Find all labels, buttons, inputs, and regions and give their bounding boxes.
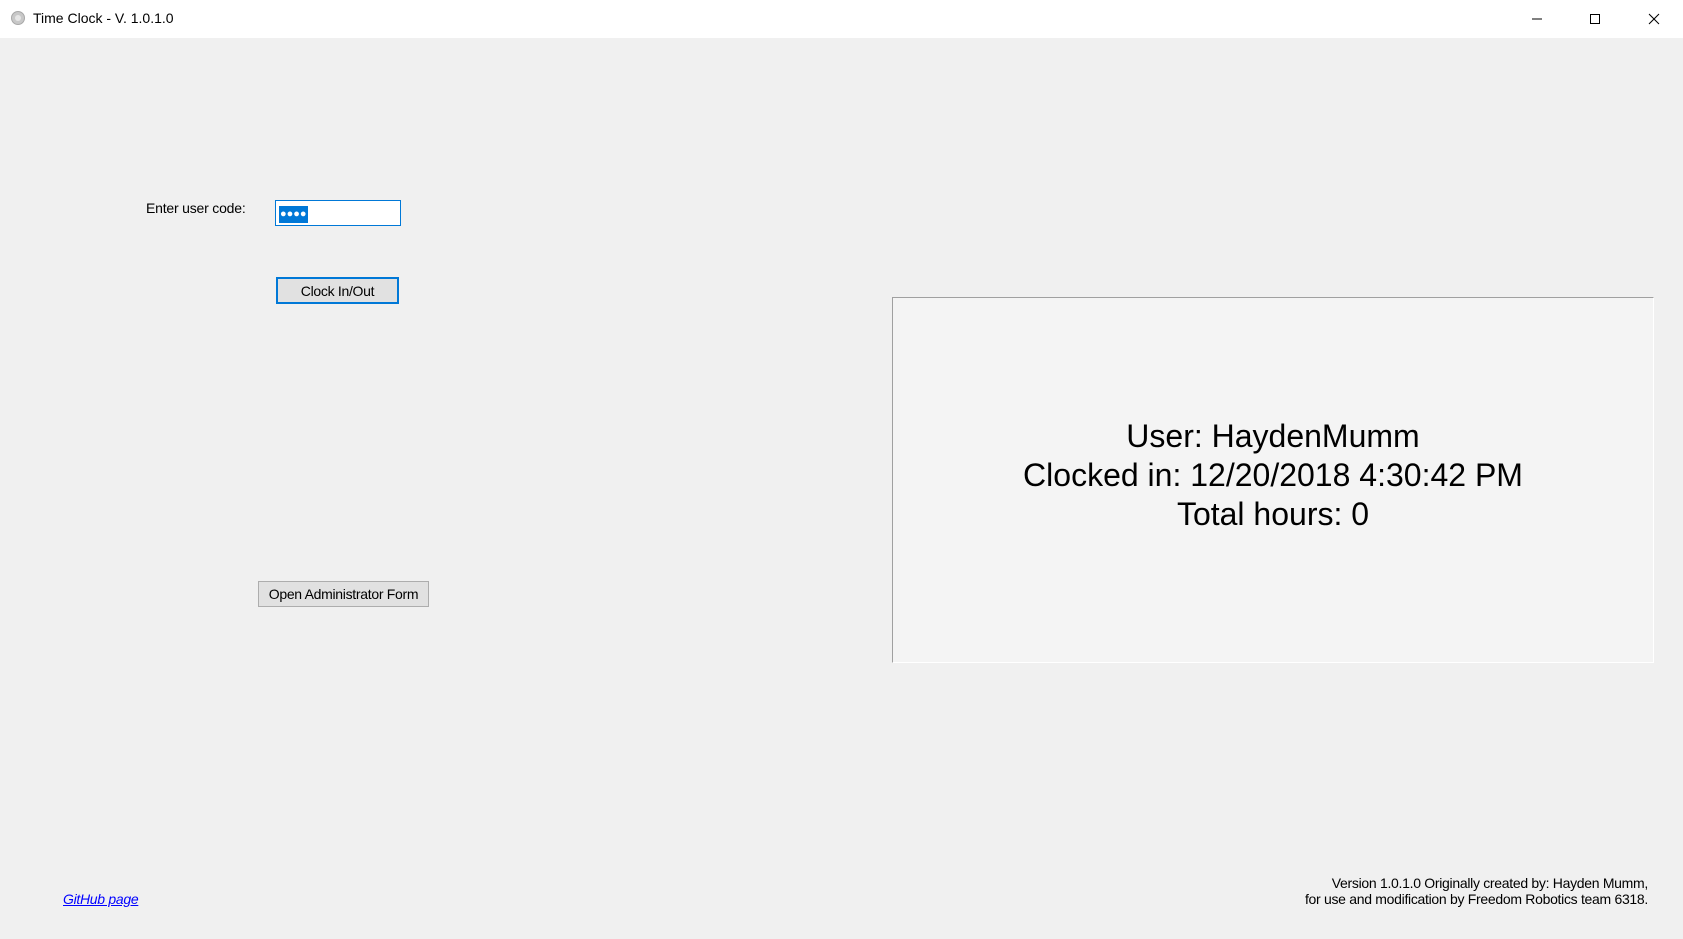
- user-code-label: Enter user code:: [146, 200, 246, 216]
- version-line-1: Version 1.0.1.0 Originally created by: H…: [1331, 875, 1649, 891]
- version-line-2: for use and modification by Freedom Robo…: [1304, 891, 1648, 907]
- close-icon: [1648, 13, 1660, 25]
- title-bar[interactable]: Time Clock - V. 1.0.1.0: [0, 0, 1683, 38]
- user-code-input[interactable]: ●●●●: [275, 200, 401, 226]
- status-clocked-in: Clocked in: 12/20/2018 4:30:42 PM: [1023, 456, 1523, 493]
- open-admin-form-button[interactable]: Open Administrator Form: [258, 581, 429, 607]
- version-info: Version 1.0.1.0 Originally created by: H…: [1305, 875, 1648, 907]
- github-page-link[interactable]: GitHub page: [63, 891, 139, 907]
- minimize-button[interactable]: [1508, 0, 1566, 38]
- maximize-icon: [1590, 14, 1600, 24]
- window-title: Time Clock - V. 1.0.1.0: [33, 10, 174, 26]
- maximize-button[interactable]: [1566, 0, 1624, 38]
- status-user: User: HaydenMumm: [1126, 417, 1420, 454]
- status-text: User: HaydenMumm Clocked in: 12/20/2018 …: [1023, 417, 1523, 534]
- status-total-hours: Total hours: 0: [1176, 495, 1370, 532]
- close-button[interactable]: [1625, 0, 1683, 38]
- user-code-masked-value: ●●●●: [279, 206, 308, 223]
- clock-app-icon: [11, 11, 25, 25]
- time-clock-window: Time Clock - V. 1.0.1.0 Enter user code:…: [0, 0, 1683, 939]
- status-panel: User: HaydenMumm Clocked in: 12/20/2018 …: [892, 297, 1654, 663]
- clock-in-out-button[interactable]: Clock In/Out: [276, 277, 399, 304]
- minimize-icon: [1532, 18, 1542, 20]
